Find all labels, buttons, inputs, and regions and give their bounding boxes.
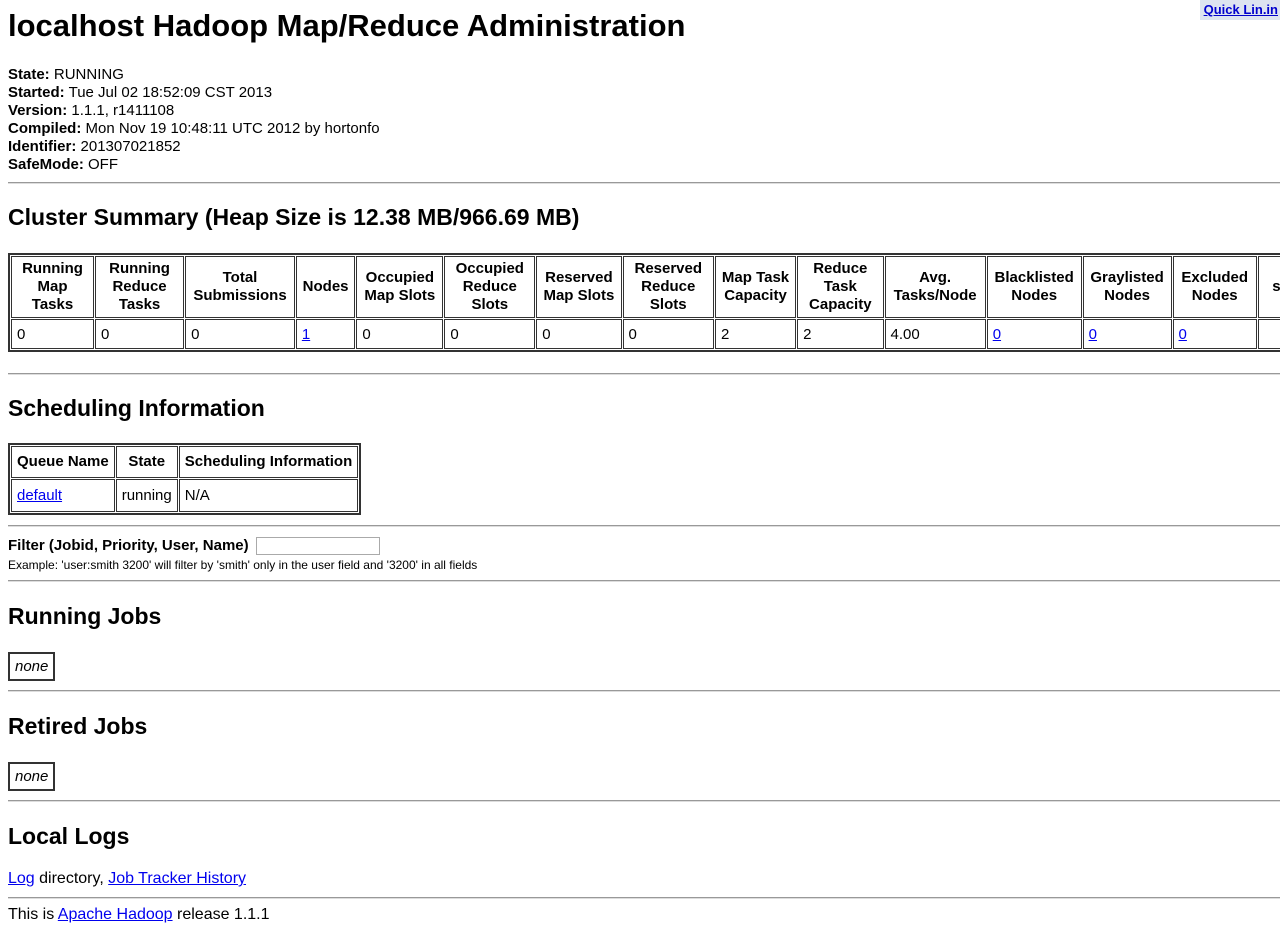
info-safemode: SafeMode: OFF <box>8 156 119 173</box>
quick-links-link[interactable]: Quick Lin.in <box>1204 2 1278 17</box>
blacklisted-nodes-link[interactable]: 0 <box>993 326 1001 343</box>
col-state: State <box>115 446 178 478</box>
footer-suffix: release 1.1.1 <box>172 906 270 923</box>
cell-queue-name: default <box>11 479 115 512</box>
page-title: localhost Hadoop Map/Reduce Administrati… <box>8 8 686 43</box>
filter-label: Filter (Jobid, Priority, User, Name) <box>8 537 249 554</box>
col-reserved-reduce-slots: Reserved Reduce Slots <box>622 256 714 318</box>
filter-example: Example: 'user:smith 3200' will filter b… <box>8 558 478 572</box>
cell-blacklisted-nodes: 0 <box>986 319 1082 349</box>
col-total-submissions: Total Submissions <box>185 256 295 318</box>
divider <box>8 580 1280 582</box>
cell-extra <box>1257 319 1280 349</box>
col-running-map-tasks: Running Map Tasks <box>11 256 94 318</box>
quick-links[interactable]: Quick Lin.in <box>1199 0 1280 20</box>
cell-running-map-tasks: 0 <box>11 319 94 349</box>
col-queue-name: Queue Name <box>11 446 115 478</box>
cell-running-reduce-tasks: 0 <box>94 319 185 349</box>
info-state: State: RUNNING <box>8 66 124 83</box>
cell-scheduling-information: N/A <box>178 479 359 512</box>
col-scheduling-information: Scheduling Information <box>178 446 359 478</box>
divider <box>8 182 1280 184</box>
filter-input[interactable] <box>255 537 380 556</box>
retired-jobs-empty: none <box>8 762 56 791</box>
cell-avg-tasks-per-node: 4.00 <box>884 319 986 349</box>
col-reserved-map-slots: Reserved Map Slots <box>536 256 622 318</box>
col-occupied-reduce-slots: Occupied Reduce Slots <box>444 256 536 318</box>
col-blacklisted-nodes: Blacklisted Nodes <box>986 256 1082 318</box>
cell-excluded-nodes: 0 <box>1172 319 1257 349</box>
footer: This is Apache Hadoop release 1.1.1 <box>8 906 270 924</box>
cell-state: running <box>115 479 178 512</box>
cell-occupied-map-slots: 0 <box>356 319 444 349</box>
info-started: Started: Tue Jul 02 18:52:09 CST 2013 <box>8 84 273 101</box>
cell-total-submissions: 0 <box>185 319 295 349</box>
cell-nodes: 1 <box>295 319 356 349</box>
table-header-row: Running Map Tasks Running Reduce Tasks T… <box>11 256 1280 318</box>
table-row: default running N/A <box>11 479 359 512</box>
filter-row: Filter (Jobid, Priority, User, Name) <box>8 537 380 556</box>
job-tracker-history-link[interactable]: Job Tracker History <box>108 870 246 887</box>
jobtracker-info: State: RUNNING Started: Tue Jul 02 18:52… <box>8 66 380 174</box>
col-nodes: Nodes <box>295 256 356 318</box>
divider <box>8 800 1280 802</box>
nodes-link[interactable]: 1 <box>302 326 310 343</box>
col-excluded-nodes: Excluded Nodes <box>1172 256 1257 318</box>
apache-hadoop-link[interactable]: Apache Hadoop <box>58 906 173 923</box>
col-graylisted-nodes: Graylisted Nodes <box>1082 256 1172 318</box>
cell-graylisted-nodes: 0 <box>1082 319 1172 349</box>
col-occupied-map-slots: Occupied Map Slots <box>356 256 444 318</box>
footer-prefix: This is <box>8 906 58 923</box>
col-map-task-capacity: Map Task Capacity <box>715 256 797 318</box>
cell-map-task-capacity: 2 <box>715 319 797 349</box>
table-row: 0 0 0 1 0 0 0 0 2 2 4.00 0 0 0 <box>11 319 1280 349</box>
log-directory-link[interactable]: Log <box>8 870 35 887</box>
info-compiled: Compiled: Mon Nov 19 10:48:11 UTC 2012 b… <box>8 120 380 137</box>
info-version: Version: 1.1.1, r1411108 <box>8 102 175 119</box>
retired-jobs-title: Retired Jobs <box>8 713 148 739</box>
scheduling-title: Scheduling Information <box>8 395 265 421</box>
graylisted-nodes-link[interactable]: 0 <box>1089 326 1097 343</box>
col-reduce-task-capacity: Reduce Task Capacity <box>797 256 884 318</box>
running-jobs-empty: none <box>8 652 56 681</box>
running-jobs-title: Running Jobs <box>8 603 162 629</box>
col-running-reduce-tasks: Running Reduce Tasks <box>94 256 185 318</box>
cluster-summary-table: Running Map Tasks Running Reduce Tasks T… <box>8 253 1280 352</box>
divider <box>8 690 1280 692</box>
links-separator: directory, <box>34 870 109 887</box>
cluster-summary-title: Cluster Summary (Heap Size is 12.38 MB/9… <box>8 204 580 230</box>
table-header-row: Queue Name State Scheduling Information <box>11 446 359 478</box>
divider <box>8 897 1280 899</box>
scheduling-table: Queue Name State Scheduling Information … <box>8 443 362 515</box>
cell-reserved-reduce-slots: 0 <box>622 319 714 349</box>
cell-reduce-task-capacity: 2 <box>797 319 884 349</box>
excluded-nodes-link[interactable]: 0 <box>1179 326 1187 343</box>
cell-reserved-map-slots: 0 <box>536 319 622 349</box>
info-identifier: Identifier: 201307021852 <box>8 138 181 155</box>
divider <box>8 373 1280 375</box>
col-extra: s <box>1257 256 1280 318</box>
divider <box>8 525 1280 527</box>
local-logs-links: Log directory, Job Tracker History <box>8 870 246 888</box>
queue-default-link[interactable]: default <box>17 487 62 504</box>
local-logs-title: Local Logs <box>8 823 130 849</box>
col-avg-tasks-per-node: Avg. Tasks/Node <box>884 256 986 318</box>
cell-occupied-reduce-slots: 0 <box>444 319 536 349</box>
